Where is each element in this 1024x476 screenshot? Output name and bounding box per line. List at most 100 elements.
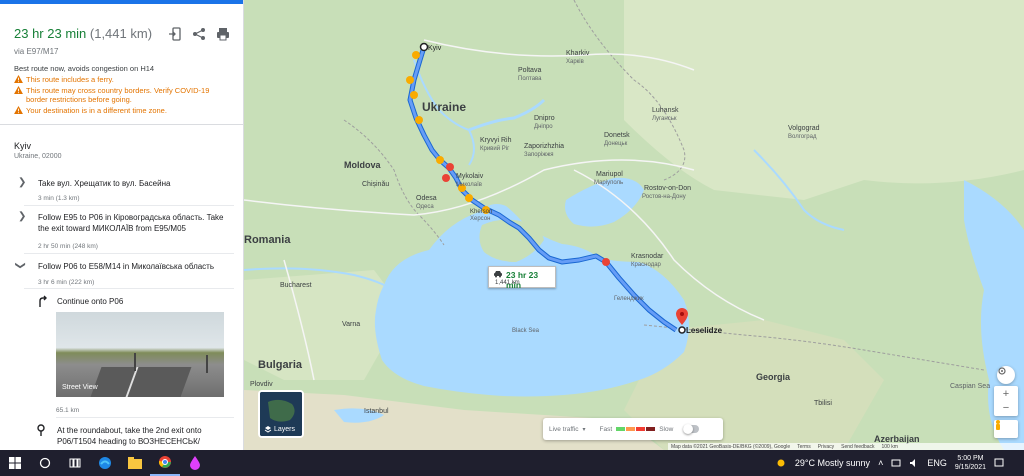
droplet-icon [190,456,200,470]
substep-text: At the roundabout, take the 2nd exit ont… [57,426,202,446]
label-donetsk: Donetsk [604,132,630,139]
step-3[interactable]: ❯ Follow P06 to E58/M14 in Миколаївська … [14,260,234,276]
chevron-down-icon[interactable]: ❯ [15,261,26,269]
label-kherson: Kherson [470,209,492,215]
step-2[interactable]: ❯ Follow E95 to P06 in Кіровоградська об… [14,211,234,241]
folder-icon [128,457,142,469]
warning-text: This route may cross country borders. Ve… [26,86,210,104]
step-divider [56,417,234,418]
label-plovdiv: Plovdiv [250,381,273,388]
search-circle-icon [39,457,51,469]
warning-icon [14,86,23,94]
language-indicator[interactable]: ENG [927,458,947,468]
my-location-button[interactable] [997,366,1015,384]
paint-app[interactable] [180,450,210,476]
weather-text[interactable]: 29°C Mostly sunny [795,458,870,468]
label-luhansk-local: Луганськ [652,116,677,122]
origin-name: Kyiv [14,141,32,151]
warning-text: This route includes a ferry. [26,75,114,84]
step-meta: 3 hr 6 min (222 km) [38,279,95,286]
layers-text: Layers [274,425,296,433]
origin-marker[interactable] [419,42,429,52]
windows-taskbar: 29°C Mostly sunny ˄ ENG 5:00 PM 9/15/202… [0,450,1024,476]
share-icon[interactable] [192,27,206,41]
traffic-legend[interactable]: Live traffic ▾ Fast Slow [543,418,723,440]
label-rostov-local: Ростов-на-Дону [642,194,686,200]
clock[interactable]: 5:00 PM 9/15/2021 [955,454,986,472]
network-icon[interactable] [891,458,901,468]
chrome-app[interactable] [150,450,180,476]
step-text: Follow P06 to E58/M14 in Миколаївська об… [38,262,215,271]
label-varna: Varna [342,321,360,328]
street-view-pole [134,353,136,371]
layers-button[interactable]: Layers [258,390,304,438]
badge-distance: 1,441 km [495,280,520,286]
chevron-down-icon: ▾ [582,426,586,433]
file-explorer-app[interactable] [120,450,150,476]
label-kryvyi-rih: Kryvyi Rih [480,137,512,144]
warning-icon [14,106,23,114]
label-kyiv: Kyiv [428,45,442,52]
label-kherson-local: Херсон [470,216,490,222]
label-zaporizhzhia-local: Запоріжжя [524,152,554,158]
label-romania: Romania [244,234,291,246]
label-caspian-sea: Caspian Sea [950,383,990,390]
turn-slight-right-icon [39,295,47,307]
pegman-icon [996,420,1000,430]
russia-steppe [624,0,1024,200]
crosshair-icon [998,367,1006,375]
task-view-button[interactable] [60,450,90,476]
traffic-toggle[interactable] [683,424,700,434]
label-kharkiv-local: Харків [566,59,584,65]
warning-timezone: Your destination is in a different time … [14,106,230,115]
traffic-color-scale [616,427,656,431]
label-mykolaiv: Mykolaiv [456,173,484,180]
chevron-right-icon[interactable]: ❯ [18,211,26,222]
street-view-thumbnail[interactable]: Street View [56,312,224,397]
label-bucharest: Bucharest [280,282,312,289]
route-summary[interactable]: 23 hr 23 min (1,441 km) via E97/M17 Best… [0,4,243,124]
sun-icon [777,459,785,467]
street-view-distance: 65.1 km [56,407,80,414]
search-button[interactable] [30,450,60,476]
label-kryvyi-rih-local: Кривий Ріг [480,145,510,152]
label-mariupol: Mariupol [596,171,623,178]
substep-text: Continue onto P06 [57,297,124,306]
map-canvas[interactable]: Kyiv Ukraine Kharkiv Харків Poltava Полт… [244,0,1024,450]
label-krasnodar-local: Краснодар [631,262,662,268]
chevron-up-icon[interactable]: ˄ [878,458,883,468]
car-icon [494,271,502,278]
edge-app[interactable] [90,450,120,476]
zoom-out-button[interactable]: − [1003,401,1009,415]
label-luhansk: Luhansk [652,107,679,114]
label-bulgaria: Bulgaria [258,359,303,371]
route-distance: (1,441 km) [89,26,153,41]
label-black-sea: Black Sea [512,328,540,334]
zoom-in-button[interactable]: + [1003,387,1009,401]
label-istanbul: Istanbul [364,408,389,415]
start-button[interactable] [0,450,30,476]
notifications-icon[interactable] [994,458,1004,468]
step-divider [24,288,234,289]
warning-icon [14,75,23,83]
traffic-slow-label: Slow [659,425,674,433]
label-volgograd: Volgograd [788,125,820,132]
directions-panel: 23 hr 23 min (1,441 km) via E97/M17 Best… [0,0,244,450]
pegman-button[interactable] [994,420,1018,438]
map-svg: Kyiv Ukraine Kharkiv Харків Poltava Полт… [244,0,1024,450]
print-icon[interactable] [216,27,230,41]
traffic-fast-label: Fast [599,425,613,433]
chevron-right-icon[interactable]: ❯ [18,177,26,188]
send-to-phone-icon[interactable] [168,27,182,41]
warning-text: Your destination is in a different time … [26,106,167,115]
label-leselidze: Leselidze [686,326,723,335]
route-duration-badge[interactable]: 23 hr 23 min 1,441 km [488,266,556,290]
clock-date: 9/15/2021 [954,464,986,471]
volume-icon[interactable] [909,458,919,468]
step-divider [24,253,234,254]
label-zaporizhzhia: Zaporizhzhia [524,143,564,150]
roundabout-icon [37,424,45,436]
live-traffic-dropdown[interactable]: Live traffic [549,426,579,433]
windows-icon [9,457,21,469]
step-1[interactable]: ❯ Take вул. Хрещатик to вул. Басейна [14,177,234,197]
